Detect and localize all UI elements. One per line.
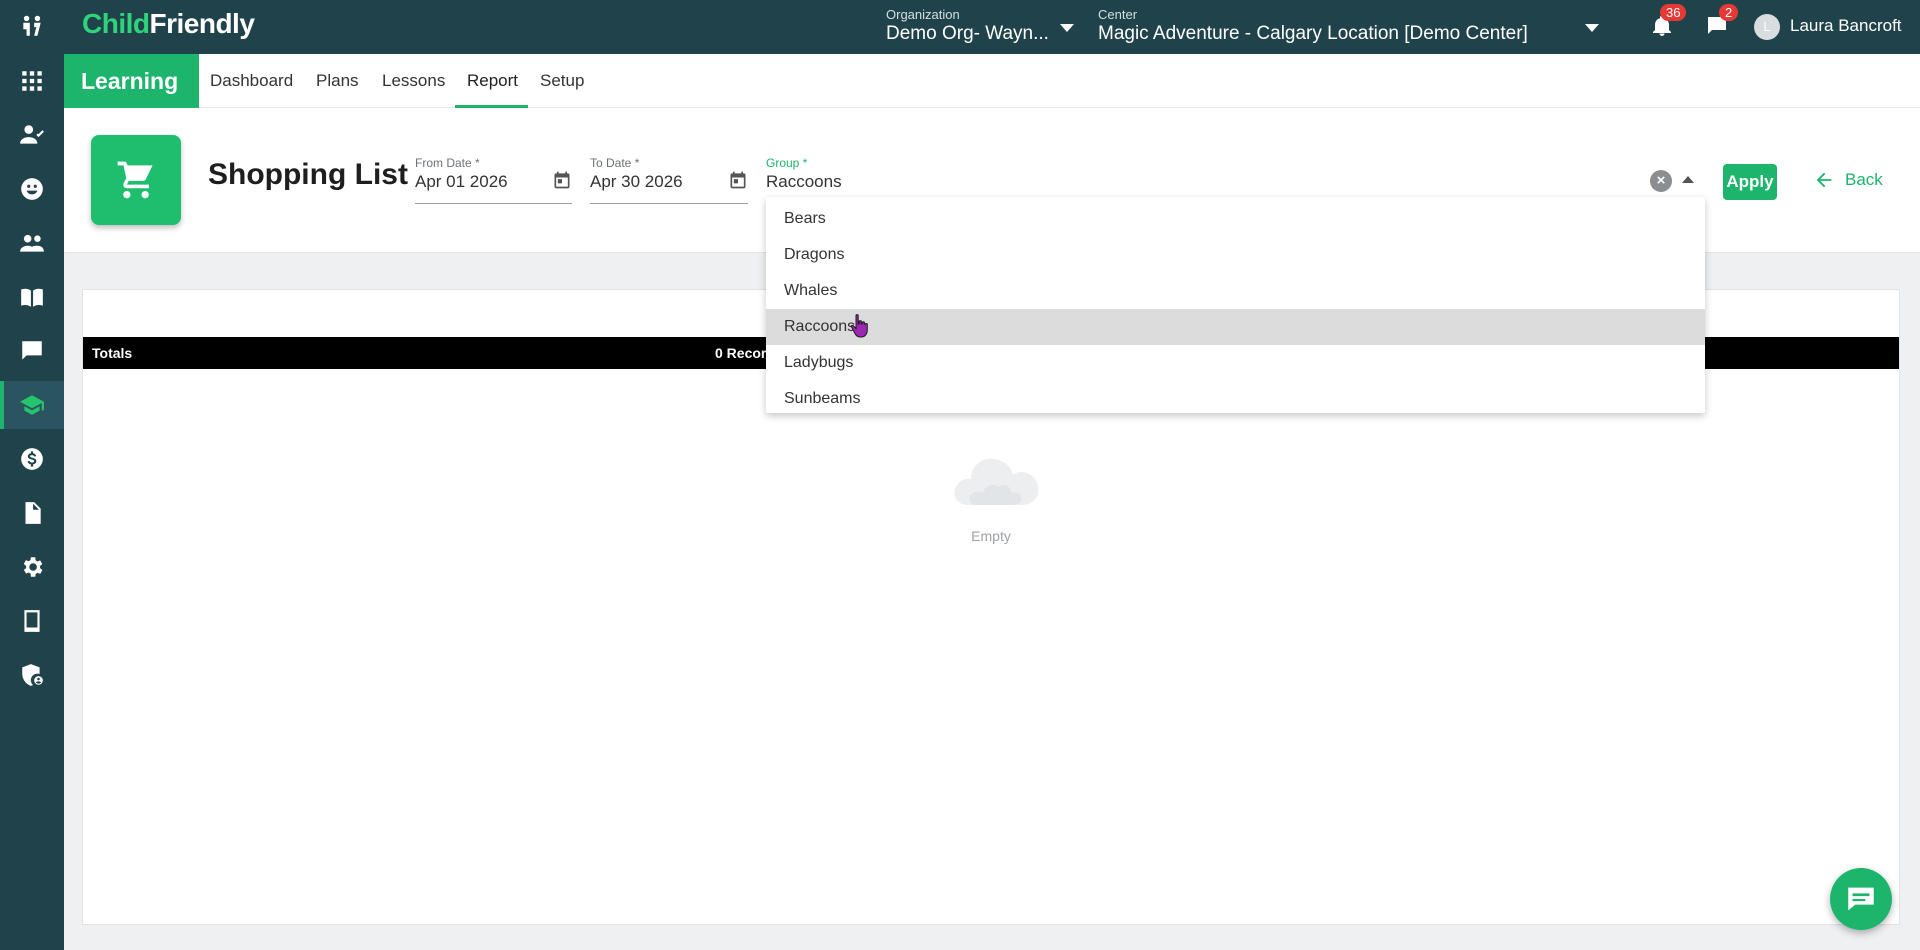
- calendar-icon[interactable]: [552, 170, 572, 190]
- dropdown-option-sunbeams[interactable]: Sunbeams: [766, 381, 1705, 417]
- group-dropdown-list: Bears Dragons Whales Raccoons Ladybugs S…: [766, 197, 1705, 413]
- records-count: 0 Recor: [715, 345, 767, 361]
- dropdown-option-bears[interactable]: Bears: [766, 201, 1705, 237]
- home-logo-icon[interactable]: [0, 2, 64, 50]
- calendar-icon[interactable]: [728, 170, 748, 190]
- notifications-bell-icon[interactable]: 36: [1650, 4, 1687, 42]
- settings-gear-icon[interactable]: [0, 543, 64, 591]
- empty-state-text: Empty: [971, 528, 1011, 544]
- back-link[interactable]: Back: [1813, 169, 1883, 191]
- to-date-field[interactable]: To Date * Apr 30 2026: [590, 156, 748, 204]
- organization-value: Demo Org- Wayn...: [886, 23, 1049, 44]
- tablet-icon[interactable]: [0, 597, 64, 645]
- empty-cloud-icon: [954, 458, 1039, 505]
- hand-pointer-cursor-icon: [849, 313, 871, 339]
- admin-shield-icon[interactable]: [0, 651, 64, 699]
- center-chevron-down-icon[interactable]: [1585, 24, 1599, 32]
- center-value: Magic Adventure - Calgary Location [Demo…: [1098, 23, 1528, 44]
- checklist-icon[interactable]: [0, 111, 64, 159]
- chat-icon[interactable]: [0, 327, 64, 375]
- user-name[interactable]: Laura Bancroft: [1790, 16, 1902, 36]
- dropdown-option-raccoons[interactable]: Raccoons: [766, 309, 1705, 345]
- top-header: ChildFriendly Organization Demo Org- Way…: [64, 0, 1920, 54]
- tab-setup[interactable]: Setup: [540, 71, 584, 91]
- group-value[interactable]: Raccoons: [766, 170, 1705, 194]
- arrow-left-icon: [1816, 172, 1832, 188]
- organization-chevron-down-icon[interactable]: [1060, 24, 1074, 32]
- organization-label: Organization: [886, 7, 960, 22]
- dropdown-option-ladybugs[interactable]: Ladybugs: [766, 345, 1705, 381]
- organization-selector[interactable]: Organization Demo Org- Wayn...: [886, 8, 1049, 46]
- from-date-label: From Date *: [415, 156, 480, 170]
- messages-badge: 2: [1719, 4, 1739, 21]
- billing-dollar-icon[interactable]: [0, 435, 64, 483]
- left-nav-rail: [0, 0, 64, 950]
- clear-selection-icon[interactable]: ×: [1650, 170, 1672, 192]
- totals-label: Totals: [92, 345, 133, 361]
- childfriendly-logo[interactable]: ChildFriendly: [82, 8, 255, 40]
- shopping-cart-icon: [91, 135, 181, 225]
- tab-dashboard[interactable]: Dashboard: [210, 71, 293, 91]
- user-avatar[interactable]: L: [1754, 14, 1780, 40]
- dropdown-option-dragons[interactable]: Dragons: [766, 237, 1705, 273]
- tab-lessons[interactable]: Lessons: [382, 71, 445, 91]
- to-date-value[interactable]: Apr 30 2026: [590, 170, 748, 194]
- page-title: Shopping List: [208, 158, 408, 191]
- group-label: Group *: [766, 156, 808, 170]
- tab-plans[interactable]: Plans: [316, 71, 359, 91]
- people-icon[interactable]: [0, 219, 64, 267]
- notifications-badge: 36: [1660, 4, 1687, 21]
- apply-button[interactable]: Apply: [1723, 164, 1777, 200]
- from-date-value[interactable]: Apr 01 2026: [415, 170, 572, 194]
- support-chat-button[interactable]: [1830, 868, 1892, 930]
- module-title: Learning: [64, 54, 199, 108]
- module-subnav: Learning Dashboard Plans Lessons Report …: [64, 54, 1920, 108]
- chevron-up-icon[interactable]: [1682, 176, 1694, 183]
- document-icon[interactable]: [0, 489, 64, 537]
- tab-report[interactable]: Report: [467, 71, 518, 91]
- child-face-icon[interactable]: [0, 165, 64, 213]
- learning-cap-icon[interactable]: [0, 381, 64, 429]
- center-label: Center: [1098, 7, 1138, 22]
- dropdown-option-whales[interactable]: Whales: [766, 273, 1705, 309]
- center-selector[interactable]: Center Magic Adventure - Calgary Locatio…: [1098, 8, 1528, 46]
- back-label: Back: [1845, 170, 1883, 189]
- from-date-field[interactable]: From Date * Apr 01 2026: [415, 156, 572, 204]
- book-icon[interactable]: [0, 273, 64, 321]
- messages-chat-icon[interactable]: 2: [1705, 4, 1739, 42]
- to-date-label: To Date *: [590, 156, 640, 170]
- chat-bubble-icon: [1848, 887, 1874, 911]
- apps-grid-icon[interactable]: [0, 57, 64, 105]
